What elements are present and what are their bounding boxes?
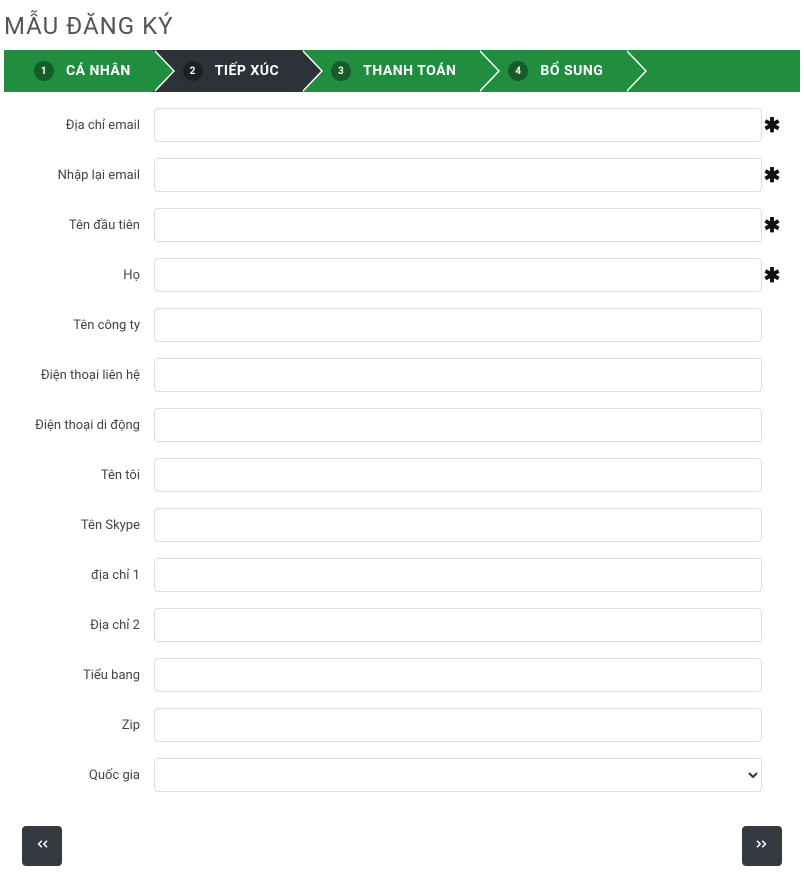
step-label: BỔ SUNG bbox=[540, 63, 603, 79]
label-last-name: Họ bbox=[14, 268, 154, 283]
step-number: 4 bbox=[508, 61, 528, 81]
required-marker: ✱ bbox=[762, 213, 782, 237]
step-number: 2 bbox=[183, 61, 203, 81]
label-mobile-phone: Điện thoại di động bbox=[14, 418, 154, 433]
label-address1: địa chỉ 1 bbox=[14, 568, 154, 583]
label-state: Tiểu bang bbox=[14, 668, 154, 683]
field-first-name: Tên đầu tiên ✱ bbox=[14, 208, 782, 242]
label-zip: Zip bbox=[14, 718, 154, 733]
label-address2: Địa chỉ 2 bbox=[14, 618, 154, 633]
input-skype[interactable] bbox=[154, 508, 762, 542]
label-email: Địa chỉ email bbox=[14, 118, 154, 133]
page-title: MẪU ĐĂNG KÝ bbox=[4, 12, 800, 40]
field-skype: Tên Skype bbox=[14, 508, 782, 542]
label-skype: Tên Skype bbox=[14, 518, 154, 533]
input-address1[interactable] bbox=[154, 558, 762, 592]
registration-form: Địa chỉ email ✱ Nhập lại email ✱ Tên đầu… bbox=[4, 104, 800, 820]
input-company[interactable] bbox=[154, 308, 762, 342]
step-label: CÁ NHÂN bbox=[66, 63, 131, 79]
step-label: TIẾP XÚC bbox=[215, 63, 279, 79]
steps-tail bbox=[625, 50, 800, 92]
field-company: Tên công ty bbox=[14, 308, 782, 342]
field-my-name: Tên tôi bbox=[14, 458, 782, 492]
input-email-confirm[interactable] bbox=[154, 158, 762, 192]
nav-buttons bbox=[4, 820, 800, 866]
step-label: THANH TOÁN bbox=[363, 63, 456, 79]
chevron-double-left-icon bbox=[33, 835, 51, 858]
step-personal[interactable]: 1 CÁ NHÂN bbox=[4, 50, 153, 92]
required-marker: ✱ bbox=[762, 163, 782, 187]
field-email: Địa chỉ email ✱ bbox=[14, 108, 782, 142]
step-contact[interactable]: 2 TIẾP XÚC bbox=[153, 50, 301, 92]
field-address2: Địa chỉ 2 bbox=[14, 608, 782, 642]
label-my-name: Tên tôi bbox=[14, 468, 154, 483]
step-number: 3 bbox=[331, 61, 351, 81]
input-mobile-phone[interactable] bbox=[154, 408, 762, 442]
input-email[interactable] bbox=[154, 108, 762, 142]
step-additional[interactable]: 4 BỔ SUNG bbox=[478, 50, 625, 92]
steps-wizard: 1 CÁ NHÂN 2 TIẾP XÚC 3 THANH TOÁN 4 BỔ S… bbox=[4, 50, 800, 92]
input-last-name[interactable] bbox=[154, 258, 762, 292]
label-contact-phone: Điện thoại liên hệ bbox=[14, 368, 154, 383]
input-address2[interactable] bbox=[154, 608, 762, 642]
label-email-confirm: Nhập lại email bbox=[14, 168, 154, 183]
input-my-name[interactable] bbox=[154, 458, 762, 492]
step-payment[interactable]: 3 THANH TOÁN bbox=[301, 50, 478, 92]
next-button[interactable] bbox=[742, 826, 782, 866]
step-number: 1 bbox=[34, 61, 54, 81]
input-first-name[interactable] bbox=[154, 208, 762, 242]
prev-button[interactable] bbox=[22, 826, 62, 866]
required-marker: ✱ bbox=[762, 263, 782, 287]
input-zip[interactable] bbox=[154, 708, 762, 742]
field-address1: địa chỉ 1 bbox=[14, 558, 782, 592]
required-marker: ✱ bbox=[762, 113, 782, 137]
field-last-name: Họ ✱ bbox=[14, 258, 782, 292]
field-mobile-phone: Điện thoại di động bbox=[14, 408, 782, 442]
field-email-confirm: Nhập lại email ✱ bbox=[14, 158, 782, 192]
label-company: Tên công ty bbox=[14, 318, 154, 333]
field-state: Tiểu bang bbox=[14, 658, 782, 692]
field-zip: Zip bbox=[14, 708, 782, 742]
field-contact-phone: Điện thoại liên hệ bbox=[14, 358, 782, 392]
input-state[interactable] bbox=[154, 658, 762, 692]
label-first-name: Tên đầu tiên bbox=[14, 218, 154, 233]
label-country: Quốc gia bbox=[14, 768, 154, 783]
input-contact-phone[interactable] bbox=[154, 358, 762, 392]
field-country: Quốc gia bbox=[14, 758, 782, 792]
select-country[interactable] bbox=[154, 758, 762, 792]
chevron-double-right-icon bbox=[753, 835, 771, 858]
